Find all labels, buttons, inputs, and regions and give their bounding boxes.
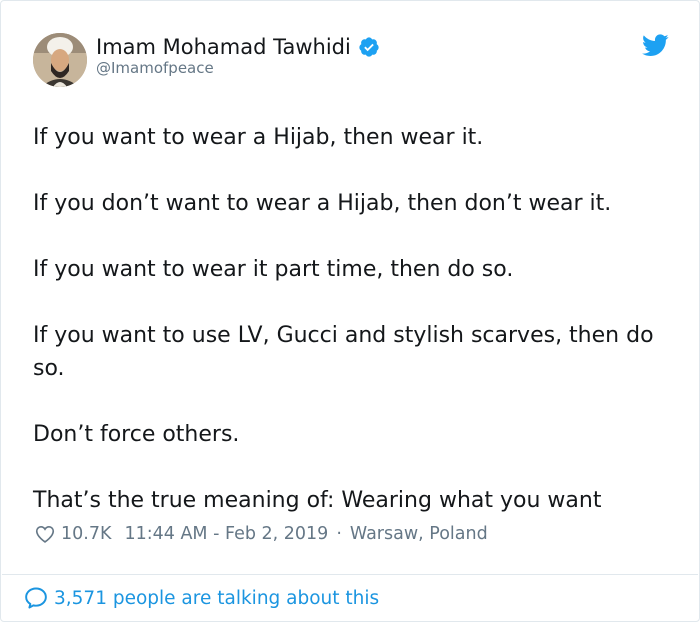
heart-icon[interactable] (34, 523, 56, 545)
tweet-paragraph: If you don’t want to wear a Hijab, then … (33, 191, 612, 216)
twitter-bird-icon[interactable] (642, 34, 669, 58)
tweet-paragraph: That’s the true meaning of: Wearing what… (33, 488, 602, 513)
tweet-location[interactable]: Warsaw, Poland (350, 524, 488, 544)
tweet-text: If you want to wear a Hijab, then wear i… (33, 121, 683, 517)
tweet-paragraph: Don’t force others. (33, 422, 240, 447)
meta-separator: · (336, 524, 342, 544)
author-handle[interactable]: @Imamofpeace (96, 59, 214, 77)
avatar[interactable] (33, 33, 87, 87)
talking-about-text[interactable]: 3,571 people are talking about this (54, 588, 379, 609)
talking-about-link[interactable]: 3,571 people are talking about this (23, 585, 379, 611)
avatar-image (33, 33, 87, 87)
speech-bubble-icon (23, 585, 49, 611)
tweet-paragraph: If you want to use LV, Gucci and stylish… (33, 323, 654, 381)
verified-badge-icon (358, 36, 380, 58)
tweet-paragraph: If you want to wear a Hijab, then wear i… (33, 125, 484, 150)
author-name-row[interactable]: Imam Mohamad Tawhidi (96, 33, 380, 61)
divider (2, 574, 698, 575)
tweet-paragraph: If you want to wear it part time, then d… (33, 257, 514, 282)
like-count[interactable]: 10.7K (61, 524, 111, 544)
tweet-card: Imam Mohamad Tawhidi @Imamofpeace If you… (0, 0, 700, 622)
tweet-meta: 10.7K 11:44 AM - Feb 2, 2019 · Warsaw, P… (34, 521, 488, 547)
tweet-timestamp[interactable]: 11:44 AM - Feb 2, 2019 (124, 524, 328, 544)
author-display-name[interactable]: Imam Mohamad Tawhidi (96, 35, 351, 59)
